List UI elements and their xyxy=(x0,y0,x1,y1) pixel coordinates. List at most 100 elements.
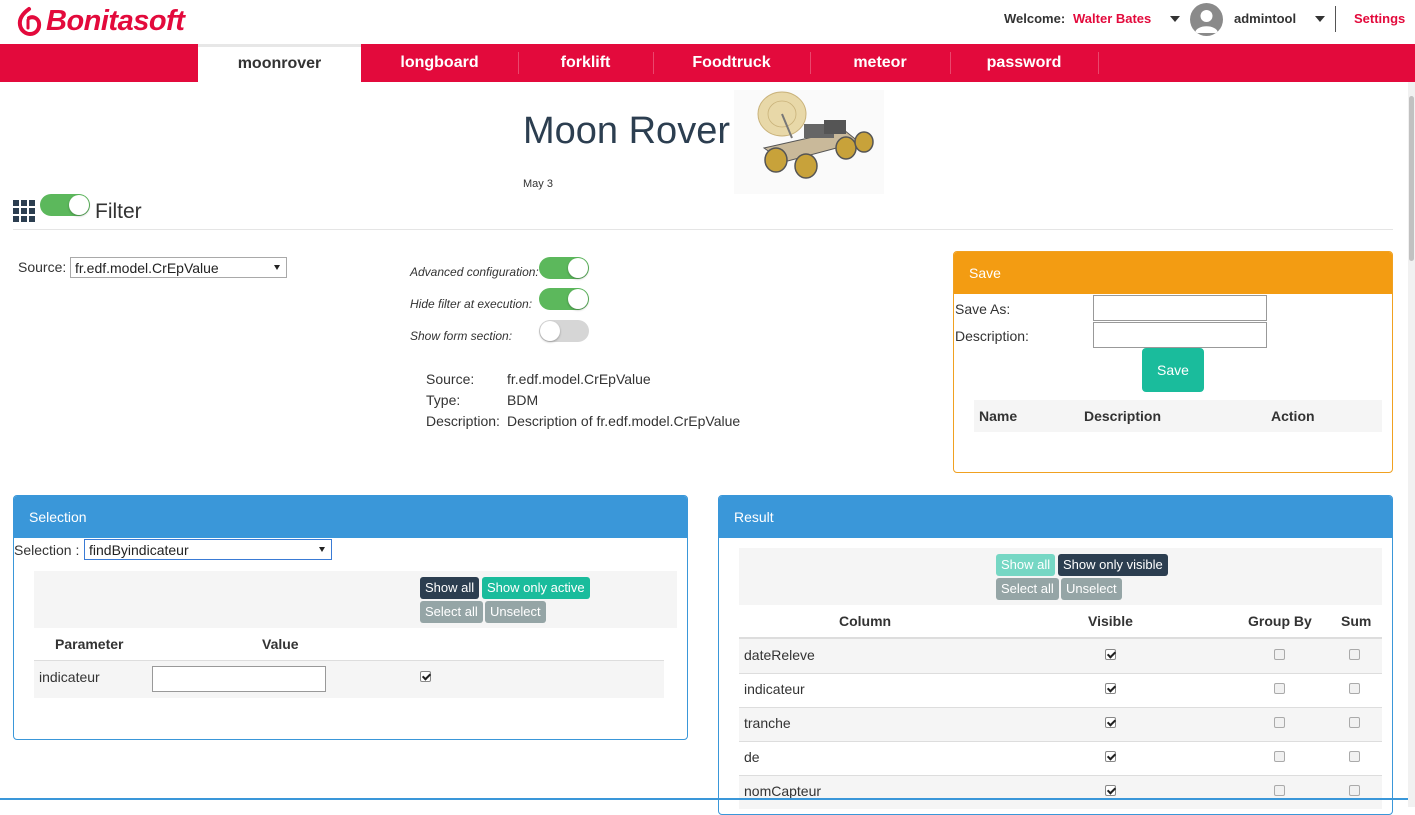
hide-filter-toggle[interactable] xyxy=(539,288,589,310)
save-panel: Save Save As: Description: Save Name Des… xyxy=(953,251,1393,473)
advanced-config-label: Advanced configuration: xyxy=(410,265,539,279)
selection-select[interactable]: findByindicateur xyxy=(84,539,332,560)
info-description-value: Description of fr.edf.model.CrEpValue xyxy=(507,413,741,429)
select-all-button[interactable]: Select all xyxy=(420,601,483,623)
selection-panel: Selection Selection : findByindicateur S… xyxy=(13,495,688,740)
user-silhouette-icon xyxy=(1195,10,1218,33)
show-form-label: Show form section: xyxy=(410,329,513,343)
toggle-knob xyxy=(568,258,588,278)
save-panel-title: Save xyxy=(954,252,1392,294)
save-button[interactable]: Save xyxy=(1142,348,1204,392)
tab-meteor[interactable]: meteor xyxy=(810,44,950,82)
result-select-all-button[interactable]: Select all xyxy=(996,578,1059,600)
page-date: May 3 xyxy=(523,178,553,190)
nav-tabs-bar: moonrover longboard forklift Foodtruck m… xyxy=(0,44,1415,82)
visible-checkbox[interactable] xyxy=(1105,717,1116,728)
tab-foodtruck[interactable]: Foodtruck xyxy=(653,44,810,82)
saved-filters-table-header: Name Description Action xyxy=(974,400,1382,432)
info-description-key: Description: xyxy=(426,413,500,429)
visible-checkbox[interactable] xyxy=(1105,785,1116,796)
table-divider xyxy=(739,673,1382,674)
bonitasoft-logo[interactable]: Bonitasoft xyxy=(16,2,185,40)
username[interactable]: admintool xyxy=(1234,11,1296,26)
table-row xyxy=(739,708,1382,741)
info-type-value: BDM xyxy=(507,392,539,408)
grid-icon[interactable] xyxy=(13,200,35,222)
tab-forklift[interactable]: forklift xyxy=(518,44,653,82)
selection-panel-title: Selection xyxy=(14,496,687,538)
welcome-user-name[interactable]: Walter Bates xyxy=(1073,11,1151,26)
select-arrow-icon xyxy=(319,547,325,552)
group-by-checkbox[interactable] xyxy=(1274,751,1285,762)
user-menu-chevron-down-icon[interactable] xyxy=(1170,16,1180,22)
column-name: nomCapteur xyxy=(744,783,822,799)
selection-select-value: findByindicateur xyxy=(89,542,189,558)
account-menu-chevron-down-icon[interactable] xyxy=(1315,16,1325,22)
table-divider xyxy=(739,741,1382,742)
toggle-knob xyxy=(69,195,89,215)
unselect-button[interactable]: Unselect xyxy=(485,601,546,623)
sum-checkbox[interactable] xyxy=(1349,683,1360,694)
sum-checkbox[interactable] xyxy=(1349,717,1360,728)
col-visible: Visible xyxy=(1088,613,1133,629)
select-arrow-icon xyxy=(274,265,280,270)
table-row xyxy=(34,661,664,698)
group-by-checkbox[interactable] xyxy=(1274,785,1285,796)
group-by-checkbox[interactable] xyxy=(1274,717,1285,728)
sum-checkbox[interactable] xyxy=(1349,785,1360,796)
col-value: Value xyxy=(262,636,299,652)
table-row xyxy=(739,639,1382,673)
source-select[interactable]: fr.edf.model.CrEpValue xyxy=(70,257,287,278)
show-only-visible-button[interactable]: Show only visible xyxy=(1058,554,1168,576)
avatar[interactable] xyxy=(1190,3,1223,36)
bonita-logo-icon xyxy=(17,7,42,36)
sum-checkbox[interactable] xyxy=(1349,649,1360,660)
brand-name: Bonitasoft xyxy=(46,4,185,37)
show-only-active-button[interactable]: Show only active xyxy=(482,577,590,599)
col-action: Action xyxy=(1271,408,1315,424)
show-form-toggle[interactable] xyxy=(539,320,589,342)
advanced-config-toggle[interactable] xyxy=(539,257,589,279)
visible-checkbox[interactable] xyxy=(1105,683,1116,694)
settings-link[interactable]: Settings xyxy=(1354,11,1405,26)
table-row xyxy=(739,776,1382,809)
visible-checkbox[interactable] xyxy=(1105,751,1116,762)
col-description: Description xyxy=(1084,408,1162,424)
result-panel: Result Show all Show only visible Select… xyxy=(718,495,1393,815)
col-parameter: Parameter xyxy=(55,636,124,652)
group-by-checkbox[interactable] xyxy=(1274,649,1285,660)
parameter-active-checkbox[interactable] xyxy=(420,671,431,682)
page-title: Moon Rover xyxy=(523,110,730,152)
col-name: Name xyxy=(979,408,1018,424)
sum-checkbox[interactable] xyxy=(1349,751,1360,762)
tab-separator xyxy=(1098,52,1099,74)
result-unselect-button[interactable]: Unselect xyxy=(1061,578,1122,600)
result-show-all-button[interactable]: Show all xyxy=(996,554,1056,576)
info-type-key: Type: xyxy=(426,392,461,408)
column-name: indicateur xyxy=(744,681,805,697)
group-by-checkbox[interactable] xyxy=(1274,683,1285,694)
show-all-button[interactable]: Show all xyxy=(420,577,480,599)
save-description-label: Description: xyxy=(955,328,1029,344)
filter-label: Filter xyxy=(95,200,142,223)
visible-checkbox[interactable] xyxy=(1105,649,1116,660)
scrollbar-thumb[interactable] xyxy=(1409,96,1414,261)
header-divider xyxy=(1335,6,1336,32)
filter-divider xyxy=(13,229,1393,230)
save-as-input[interactable] xyxy=(1093,295,1267,321)
column-name: dateReleve xyxy=(744,647,815,663)
col-sum: Sum xyxy=(1341,613,1372,629)
source-label: Source: xyxy=(18,259,67,275)
tab-moonrover[interactable]: moonrover xyxy=(198,44,361,82)
filter-toggle[interactable] xyxy=(40,194,90,216)
parameter-name: indicateur xyxy=(39,669,100,685)
column-name: tranche xyxy=(744,715,791,731)
source-select-value: fr.edf.model.CrEpValue xyxy=(75,260,219,276)
selection-label: Selection : xyxy=(14,542,80,558)
tab-longboard[interactable]: longboard xyxy=(361,44,518,82)
parameter-value-input[interactable] xyxy=(152,666,326,692)
save-description-input[interactable] xyxy=(1093,322,1267,348)
toggle-knob xyxy=(540,321,560,341)
col-column: Column xyxy=(839,613,892,629)
tab-password[interactable]: password xyxy=(950,44,1098,82)
